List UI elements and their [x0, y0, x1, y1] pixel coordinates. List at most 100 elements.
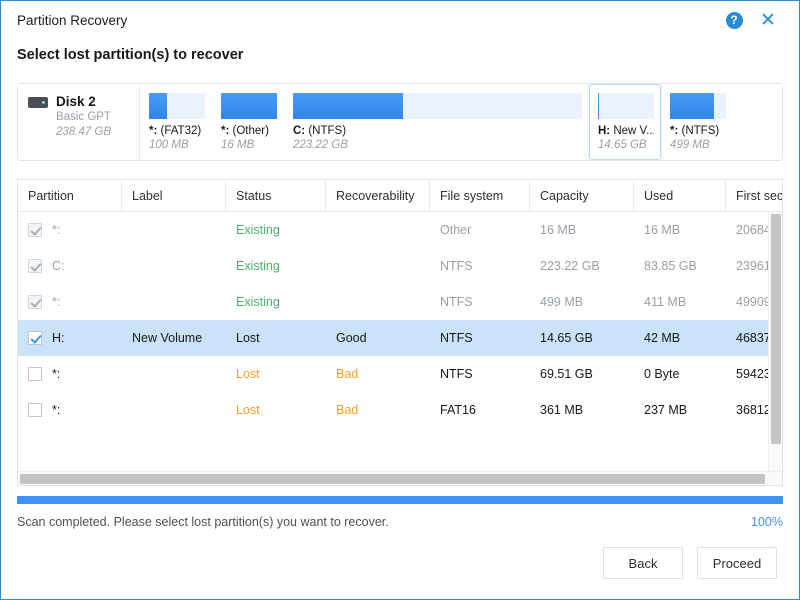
table-row[interactable]: *: Lost Bad NTFS 69.51 GB 0 Byte 5942318 — [18, 356, 782, 392]
partition-map-cell-h[interactable]: H: New V... 14.65 GB — [589, 84, 661, 160]
cell-filesystem: NTFS — [440, 259, 473, 273]
cell-partition-text: C: — [52, 259, 65, 273]
cell-filesystem: NTFS — [440, 367, 473, 381]
close-button[interactable]: ✕ — [751, 5, 785, 35]
title-bar: Partition Recovery ? ✕ — [1, 1, 799, 39]
table-row[interactable]: *: Existing Other 16 MB 16 MB 206848 — [18, 212, 782, 248]
cell-capacity: 69.51 GB — [540, 367, 593, 381]
vertical-scrollbar-thumb[interactable] — [771, 214, 781, 444]
page-title: Select lost partition(s) to recover — [17, 47, 244, 63]
cell-capacity: 14.65 GB — [540, 331, 593, 345]
cell-filesystem: FAT16 — [440, 403, 476, 417]
cell-status: Lost — [236, 331, 260, 345]
cell-recoverability: Bad — [336, 403, 359, 417]
partition-usage-bar — [598, 93, 654, 119]
horizontal-scrollbar[interactable] — [18, 471, 782, 485]
help-button[interactable]: ? — [717, 5, 751, 35]
table-row[interactable]: C: Existing NTFS 223.22 GB 83.85 GB 239616 — [18, 248, 782, 284]
partition-map-cell-unnamed-0[interactable]: *: (FAT32) 100 MB — [140, 84, 212, 160]
column-header-partition[interactable]: Partition — [18, 180, 122, 211]
cell-filesystem: NTFS — [440, 331, 473, 345]
help-circle-icon: ? — [725, 11, 743, 29]
partition-usage-bar — [149, 93, 205, 119]
cell-capacity: 223.22 GB — [540, 259, 600, 273]
cell-recoverability: Good — [336, 331, 367, 345]
horizontal-scrollbar-thumb[interactable] — [20, 474, 765, 484]
back-button[interactable]: Back — [603, 547, 683, 579]
partition-usage-bar — [293, 93, 582, 119]
cell-partition-text: *: — [52, 367, 61, 381]
column-header-first_sector[interactable]: First sect — [726, 180, 782, 211]
cell-status: Existing — [236, 295, 280, 309]
progress-bar-fill — [17, 496, 783, 504]
disk-size: 238.47 GB — [56, 126, 111, 138]
status-row: Scan completed. Please select lost parti… — [17, 515, 783, 529]
cell-partition: C: — [18, 259, 122, 273]
row-checkbox[interactable] — [28, 403, 42, 417]
partition-map-size: 14.65 GB — [598, 139, 647, 151]
cell-capacity: 499 MB — [540, 295, 584, 309]
cell-recoverability: Bad — [336, 367, 359, 381]
disk-info[interactable]: Disk 2 Basic GPT 238.47 GB — [18, 84, 140, 160]
cell-partition-text: *: — [52, 403, 61, 417]
table-row[interactable]: H: New Volume Lost Good NTFS 14.65 GB 42 MB 468… — [18, 320, 782, 356]
partition-map-size: 16 MB — [221, 139, 255, 151]
cell-status: Existing — [236, 259, 280, 273]
partition-recovery-window: Partition Recovery ? ✕ Select lost parti… — [0, 0, 800, 600]
partition-map-label: *: (NTFS) — [670, 125, 720, 137]
cell-partition-text: *: — [52, 295, 61, 309]
partition-map-cell-c[interactable]: C: (NTFS) 223.22 GB — [284, 84, 589, 160]
column-header-capacity[interactable]: Capacity — [530, 180, 634, 211]
partition-map-label: C: (NTFS) — [293, 125, 347, 137]
table-body: *: Existing Other 16 MB 16 MB 206848 C: Existin… — [18, 212, 782, 428]
cell-status: Existing — [236, 223, 280, 237]
column-header-filesystem[interactable]: File system — [430, 180, 530, 211]
vertical-scrollbar[interactable] — [768, 212, 782, 471]
row-checkbox[interactable] — [28, 331, 42, 345]
cell-capacity: 361 MB — [540, 403, 584, 417]
hard-disk-icon — [28, 97, 48, 108]
row-checkbox[interactable] — [28, 367, 42, 381]
column-header-status[interactable]: Status — [226, 180, 326, 211]
cell-used: 16 MB — [644, 223, 681, 237]
footer-actions: Back Proceed — [1, 529, 799, 599]
partition-table: Partition Label Status Recoverability File s… — [17, 179, 783, 486]
cell-partition: *: — [18, 223, 122, 237]
cell-partition: *: — [18, 367, 122, 381]
progress-area: Scan completed. Please select lost parti… — [17, 496, 783, 529]
table-header-row: Partition Label Status Recoverability File s… — [18, 180, 782, 212]
close-icon: ✕ — [760, 9, 776, 31]
partition-map-cell-unnamed-4[interactable]: *: (NTFS) 499 MB — [661, 84, 733, 160]
partition-usage-bar — [670, 93, 726, 119]
table-row[interactable]: *: Lost Bad FAT16 361 MB 237 MB 3681255 — [18, 392, 782, 428]
cell-filesystem: Other — [440, 223, 472, 237]
cell-used: 83.85 GB — [644, 259, 697, 273]
table-row[interactable]: *: Existing NTFS 499 MB 411 MB 4990935 — [18, 284, 782, 320]
cell-partition-text: H: — [52, 331, 65, 345]
proceed-button[interactable]: Proceed — [697, 547, 777, 579]
progress-percent: 100% — [751, 515, 783, 529]
disk-map-panel: Disk 2 Basic GPT 238.47 GB *: (FAT32) 100… — [17, 83, 783, 161]
partition-map-label: *: (Other) — [221, 125, 269, 137]
partition-map: *: (FAT32) 100 MB *: (Other) 16 MB C: (NTFS)… — [140, 84, 782, 160]
partition-usage-bar — [221, 93, 277, 119]
cell-partition: H: — [18, 331, 122, 345]
column-header-used[interactable]: Used — [634, 180, 726, 211]
cell-used: 237 MB — [644, 403, 688, 417]
partition-map-size: 100 MB — [149, 139, 189, 151]
column-header-label[interactable]: Label — [122, 180, 226, 211]
status-text: Scan completed. Please select lost parti… — [17, 515, 389, 529]
cell-status: Lost — [236, 403, 260, 417]
partition-map-label: *: (FAT32) — [149, 125, 202, 137]
cell-used: 42 MB — [644, 331, 681, 345]
column-header-recoverability[interactable]: Recoverability — [326, 180, 430, 211]
row-checkbox — [28, 259, 42, 273]
partition-map-label: H: New V... — [598, 125, 654, 137]
partition-map-cell-unnamed-1[interactable]: *: (Other) 16 MB — [212, 84, 284, 160]
disk-type: Basic GPT — [56, 111, 111, 123]
row-checkbox — [28, 223, 42, 237]
cell-partition-text: *: — [52, 223, 61, 237]
partition-map-size: 223.22 GB — [293, 139, 348, 151]
disk-name: Disk 2 — [56, 94, 96, 109]
cell-used: 0 Byte — [644, 367, 680, 381]
